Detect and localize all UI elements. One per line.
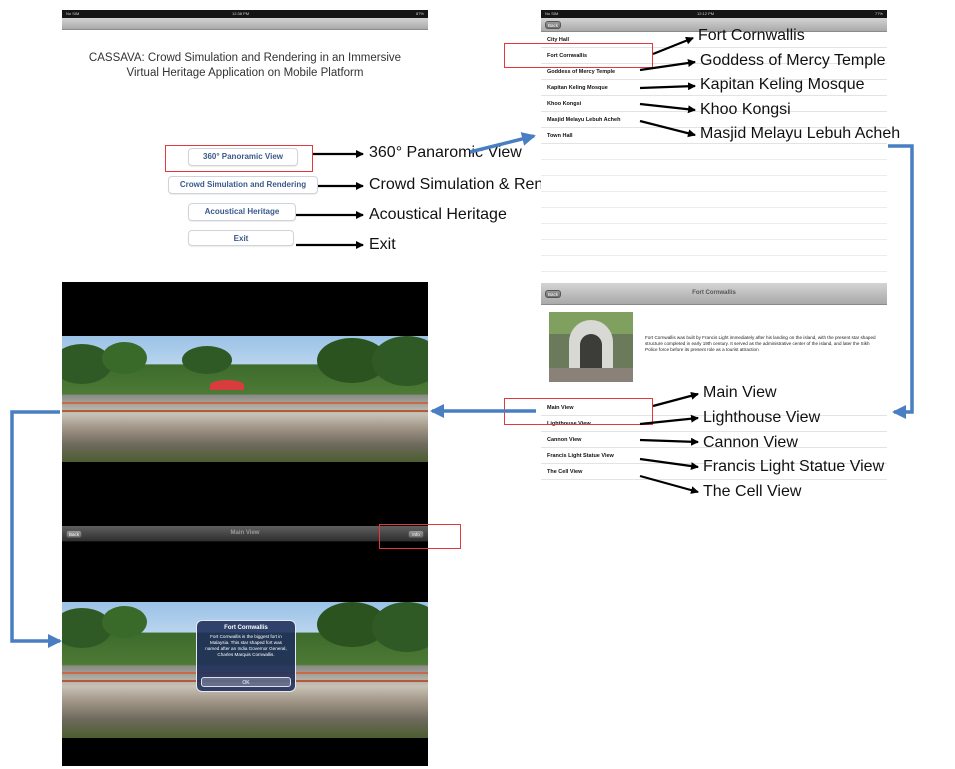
info-alert: Fort Cornwallis Fort Cornwallis is the b… [196, 620, 296, 692]
menu-status-bar: No SIM 12:38 PM 87% [62, 10, 428, 18]
status-carrier: No SIM [66, 11, 80, 16]
flow-panorama-to-info [10, 410, 62, 648]
callout-acoustical: Acoustical Heritage [369, 206, 507, 223]
panorama-image-top [62, 336, 428, 462]
empty-row [541, 160, 887, 176]
acoustical-heritage-button[interactable]: Acoustical Heritage [188, 203, 296, 221]
status-battery: 77% [874, 11, 883, 16]
empty-row [541, 192, 887, 208]
empty-row [541, 176, 887, 192]
site-list-status-bar: No SIM 12:12 PM 77% [541, 10, 887, 18]
panorama-nav-bar: Back Main View Info [62, 526, 428, 542]
callout-kapitan-keling-mosque: Kapitan Keling Mosque [700, 76, 865, 93]
empty-row [541, 208, 887, 224]
panorama-screen-top [62, 282, 428, 526]
empty-row [541, 240, 887, 256]
panorama-screen-bottom: Back Main View Info Fort Cornwallis Fort… [62, 526, 428, 766]
callout-exit: Exit [369, 236, 396, 253]
status-battery: 87% [415, 11, 424, 16]
empty-row [541, 144, 887, 160]
status-time: 12:38 PM [232, 11, 250, 16]
detail-nav-bar: Back Fort Cornwallis [541, 283, 887, 305]
status-time: 12:12 PM [697, 11, 715, 16]
callout-francis-light-statue-view: Francis Light Statue View [703, 458, 885, 475]
app-title-line-1: CASSAVA: Crowd Simulation and Rendering … [88, 52, 402, 64]
callout-main-view: Main View [703, 384, 777, 401]
fort-description: Fort Cornwallis was built by Francis Lig… [645, 335, 876, 352]
menu-nav-bar [62, 18, 428, 30]
detail-title: Fort Cornwallis [692, 290, 736, 296]
fort-cornwallis-highlight-box [504, 43, 653, 68]
status-carrier: No SIM [545, 11, 559, 16]
app-title-line-2: Virtual Heritage Application on Mobile P… [126, 67, 364, 79]
info-button-highlight-box [379, 524, 461, 549]
crowd-simulation-button[interactable]: Crowd Simulation and Rendering [168, 176, 318, 194]
callout-lighthouse-view: Lighthouse View [703, 409, 821, 426]
callout-masjid-melayu-lebuh-acheh: Masjid Melayu Lebuh Acheh [700, 125, 901, 142]
app-title: CASSAVA: Crowd Simulation and Rendering … [62, 51, 428, 81]
callout-the-cell-view: The Cell View [703, 483, 802, 500]
callout-panoramic: 360° Panaromic View [369, 144, 522, 161]
flow-site-list-to-detail [888, 144, 914, 419]
exit-button[interactable]: Exit [188, 230, 294, 246]
main-view-highlight-box [504, 398, 653, 425]
fort-gate-photo [549, 312, 633, 382]
callout-khoo-kongsi: Khoo Kongsi [700, 101, 791, 118]
alert-message: Fort Cornwallis is the biggest fort in M… [205, 634, 287, 657]
empty-row [541, 256, 887, 272]
empty-row [541, 224, 887, 240]
alert-ok-button[interactable]: OK [201, 677, 291, 687]
panorama-title: Main View [230, 530, 260, 536]
panoramic-highlight-box [165, 145, 313, 172]
callout-goddess-of-mercy-temple: Goddess of Mercy Temple [700, 52, 886, 69]
callout-fort-cornwallis: Fort Cornwallis [698, 27, 805, 44]
site-list-back-button[interactable]: Back [545, 21, 561, 29]
callout-cannon-view: Cannon View [703, 434, 798, 451]
